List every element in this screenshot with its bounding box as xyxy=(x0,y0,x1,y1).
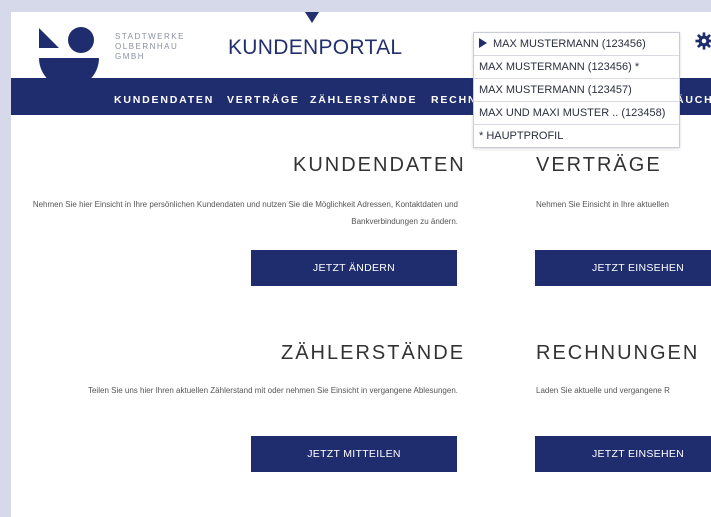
section-text-vertraege: Nehmen Sie Einsicht in Ihre aktuellen xyxy=(536,200,669,209)
profile-dropdown-selected[interactable]: MAX MUSTERMANN (123456) xyxy=(474,33,679,56)
nav-vertraege[interactable]: VERTRÄGE xyxy=(227,94,300,106)
profile-option[interactable]: MAX UND MAXI MUSTER .. (123458) xyxy=(474,102,679,125)
dropdown-pointer-icon xyxy=(305,12,319,23)
kundendaten-aendern-button[interactable]: JETZT ÄNDERN xyxy=(251,250,457,286)
company-name: STADTWERKE OLBERNHAU GMBH xyxy=(115,32,185,62)
section-text-rechnungen: Laden Sie aktuelle und vergangene R xyxy=(536,386,670,395)
company-line-3: GMBH xyxy=(115,52,145,61)
section-title-kundendaten: KUNDENDATEN xyxy=(293,154,466,176)
gear-icon[interactable] xyxy=(695,32,711,50)
section-title-vertraege: VERTRÄGE xyxy=(536,154,662,176)
nav-rechnungen[interactable]: RECHN xyxy=(431,94,477,106)
page: STADTWERKE OLBERNHAU GMBH KUNDENPORTAL K… xyxy=(11,12,711,517)
nav-gebraeuche[interactable]: ÄUCH xyxy=(676,94,711,106)
nav-zaehlerstaende[interactable]: ZÄHLERSTÄNDE xyxy=(310,94,417,106)
nav-kundendaten[interactable]: KUNDENDATEN xyxy=(114,94,214,106)
play-arrow-icon xyxy=(479,38,487,49)
profile-option[interactable]: MAX MUSTERMANN (123457) xyxy=(474,79,679,102)
rechnungen-einsehen-button[interactable]: JETZT EINSEHEN xyxy=(535,436,711,472)
profile-option[interactable]: MAX MUSTERMANN (123456) * xyxy=(474,56,679,79)
section-text-kundendaten: Nehmen Sie hier Einsicht in Ihre persönl… xyxy=(32,200,458,226)
vertraege-einsehen-button[interactable]: JETZT EINSEHEN xyxy=(535,250,711,286)
portal-title: KUNDENPORTAL xyxy=(228,36,403,59)
section-text-zaehlerstaende: Teilen Sie uns hier Ihren aktuellen Zähl… xyxy=(87,386,458,395)
profile-dropdown[interactable]: MAX MUSTERMANN (123456) MAX MUSTERMANN (… xyxy=(473,32,680,148)
zaehlerstand-mitteilen-button[interactable]: JETZT MITTEILEN xyxy=(251,436,457,472)
company-line-1: STADTWERKE xyxy=(115,32,185,41)
company-line-2: OLBERNHAU xyxy=(115,42,179,51)
profile-selected-label: MAX MUSTERMANN (123456) xyxy=(493,38,646,50)
section-title-zaehlerstaende: ZÄHLERSTÄNDE xyxy=(281,342,466,364)
section-title-rechnungen: RECHNUNGEN xyxy=(536,342,700,364)
profile-option[interactable]: * HAUPTPROFIL xyxy=(474,125,679,147)
